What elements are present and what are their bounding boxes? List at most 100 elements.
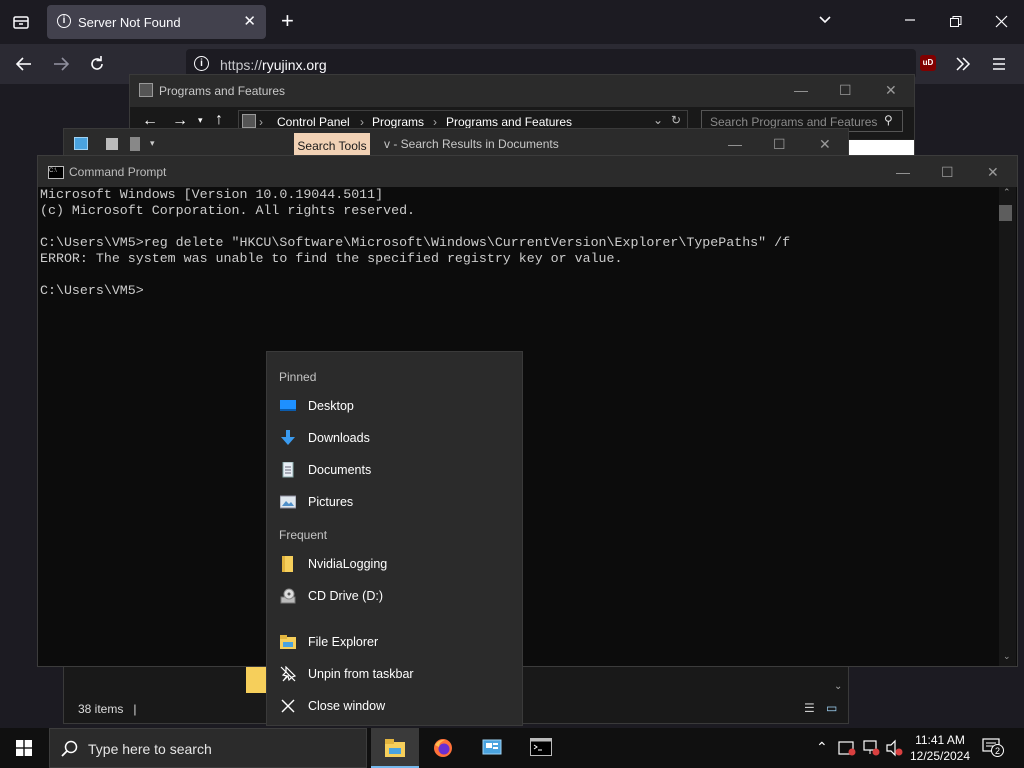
- command-prompt-icon: C:\: [48, 166, 64, 179]
- jump-item-cd-drive[interactable]: CD Drive (D:): [267, 582, 522, 610]
- close-window-icon[interactable]: [995, 14, 1009, 32]
- window-titlebar: Programs and Features — ☐ ✕: [130, 75, 914, 107]
- jump-item-label: Close window: [308, 699, 386, 713]
- maximize-icon[interactable]: ☐: [941, 164, 954, 181]
- security-icon[interactable]: [838, 739, 856, 762]
- jump-list-divider: [267, 618, 522, 619]
- scroll-up-icon[interactable]: ⌃: [1003, 187, 1011, 198]
- ublock-origin-icon[interactable]: uD: [920, 55, 936, 71]
- restore-icon[interactable]: [949, 14, 963, 32]
- back-icon[interactable]: [15, 55, 33, 78]
- url-text: https://ryujinx.org: [220, 57, 327, 73]
- console-prompt-line: C:\Users\VM5>: [40, 283, 144, 298]
- minimize-icon[interactable]: [903, 12, 917, 30]
- breadcrumb-control-panel[interactable]: Control Panel: [277, 115, 350, 129]
- file-explorer-icon: [385, 739, 405, 757]
- jump-item-unpin[interactable]: Unpin from taskbar: [267, 660, 522, 688]
- quick-access-toolbar-dropdown-icon[interactable]: ▾: [150, 138, 155, 149]
- recent-locations-icon[interactable]: ▾: [198, 115, 203, 126]
- search-placeholder: Search Programs and Features: [710, 115, 878, 129]
- jump-item-label: CD Drive (D:): [308, 589, 383, 603]
- start-button[interactable]: [0, 728, 48, 768]
- taskbar-app-firefox[interactable]: [419, 728, 467, 768]
- control-panel-icon: [139, 83, 153, 97]
- windows-logo-icon: [16, 740, 32, 756]
- chevron-down-icon[interactable]: ⌄: [653, 113, 663, 127]
- taskbar-app-command-prompt[interactable]: [517, 728, 565, 768]
- reload-icon[interactable]: [88, 55, 106, 78]
- scroll-down-icon[interactable]: ⌄: [1003, 651, 1011, 662]
- taskbar: Type here to search ⌃ 11:41 AM 12/25/202…: [0, 728, 1024, 768]
- chevron-down-icon[interactable]: [818, 12, 832, 30]
- network-icon[interactable]: [862, 739, 880, 762]
- browser-tab[interactable]: i Server Not Found ✕: [47, 5, 266, 39]
- search-icon[interactable]: ⚲: [884, 113, 893, 127]
- jump-item-downloads[interactable]: Downloads: [267, 424, 522, 452]
- firefox-icon: [434, 739, 452, 757]
- console-line: ERROR: The system was unable to find the…: [40, 251, 623, 266]
- maximize-icon[interactable]: ☐: [773, 136, 786, 153]
- jump-item-pictures[interactable]: Pictures: [267, 488, 522, 516]
- taskbar-search-box[interactable]: Type here to search: [49, 728, 367, 768]
- frequent-header: Frequent: [279, 528, 328, 542]
- close-icon: [280, 698, 296, 714]
- jump-item-file-explorer[interactable]: File Explorer: [267, 628, 522, 656]
- taskbar-app-control-panel[interactable]: [468, 728, 516, 768]
- forward-icon[interactable]: [52, 55, 70, 78]
- up-icon[interactable]: ↑: [215, 111, 223, 129]
- jump-item-desktop[interactable]: Desktop: [267, 392, 522, 420]
- explorer-icon: [74, 137, 88, 150]
- jump-item-label: NvidiaLogging: [308, 557, 388, 571]
- window-title: Command Prompt: [69, 165, 167, 179]
- maximize-icon[interactable]: ☐: [839, 82, 852, 99]
- refresh-icon[interactable]: ↻: [671, 113, 681, 127]
- unpin-icon: [280, 665, 297, 682]
- minimize-icon[interactable]: —: [896, 164, 910, 180]
- breadcrumb-programs[interactable]: Programs: [372, 115, 424, 129]
- folder-icon: [246, 667, 266, 693]
- site-info-icon[interactable]: i: [194, 56, 209, 71]
- breadcrumb-programs-and-features[interactable]: Programs and Features: [446, 115, 572, 129]
- close-tab-icon[interactable]: ✕: [243, 12, 256, 30]
- show-hidden-icons-chevron-icon[interactable]: ⌃: [816, 739, 828, 756]
- jump-item-documents[interactable]: Documents: [267, 456, 522, 484]
- properties-icon[interactable]: [106, 138, 118, 150]
- console-line: Microsoft Windows [Version 10.0.19044.50…: [40, 187, 384, 202]
- file-explorer-icon: [280, 634, 296, 650]
- scroll-down-icon[interactable]: ⌄: [834, 681, 842, 692]
- list-all-tabs-icon[interactable]: [12, 13, 30, 34]
- new-tab-icon[interactable]: +: [281, 10, 294, 32]
- scrollbar-thumb[interactable]: [999, 205, 1012, 221]
- command-prompt-icon: [530, 738, 552, 756]
- breadcrumb-separator-icon: ›: [360, 115, 364, 129]
- jump-item-label: Documents: [308, 463, 372, 477]
- window-title: v - Search Results in Documents: [384, 137, 559, 151]
- jump-item-close-window[interactable]: Close window: [267, 692, 522, 720]
- overflow-menu-icon[interactable]: [954, 55, 972, 78]
- control-panel-icon: [482, 739, 502, 755]
- vertical-scrollbar[interactable]: ⌃ ⌄: [999, 187, 1016, 666]
- pinned-header: Pinned: [279, 370, 317, 384]
- search-placeholder: Type here to search: [88, 741, 212, 757]
- documents-icon: [280, 461, 296, 478]
- jump-item-label: Desktop: [308, 399, 354, 413]
- details-view-icon[interactable]: ☰: [804, 701, 815, 715]
- breadcrumb-separator-icon: ›: [433, 115, 437, 129]
- notification-count-badge: 2: [991, 744, 1004, 757]
- new-folder-icon[interactable]: [130, 137, 140, 151]
- close-icon[interactable]: ✕: [987, 164, 999, 181]
- large-icons-view-icon[interactable]: ▭: [826, 701, 837, 715]
- jump-item-nvidialogging[interactable]: NvidiaLogging: [267, 550, 522, 578]
- jump-item-label: Downloads: [308, 431, 370, 445]
- action-center-button[interactable]: 2: [982, 738, 1004, 758]
- minimize-icon[interactable]: —: [794, 82, 808, 98]
- minimize-icon[interactable]: —: [728, 136, 742, 152]
- system-clock[interactable]: 11:41 AM 12/25/2024: [900, 731, 980, 765]
- hamburger-menu-icon[interactable]: [991, 56, 1007, 77]
- close-icon[interactable]: ✕: [819, 136, 831, 153]
- command-prompt-window: C:\ Command Prompt — ☐ ✕ Microsoft Windo…: [37, 155, 1018, 667]
- taskbar-app-file-explorer[interactable]: [371, 728, 419, 768]
- close-icon[interactable]: ✕: [885, 82, 897, 99]
